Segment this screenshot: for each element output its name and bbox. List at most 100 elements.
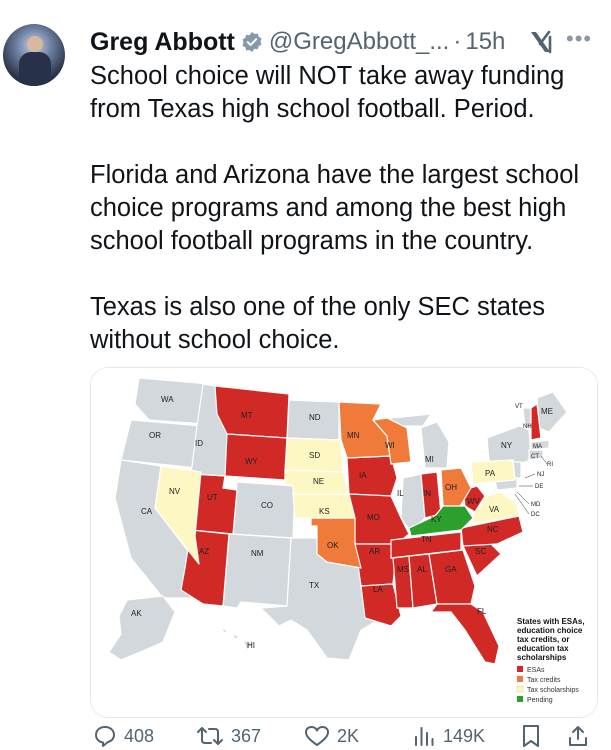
analytics-icon — [415, 727, 434, 746]
tweet-paragraph: Texas is also one of the only SEC states… — [90, 293, 545, 354]
label-GA: GA — [445, 565, 457, 574]
label-ME: ME — [541, 407, 553, 416]
label-OK: OK — [327, 541, 339, 550]
author-handle[interactable]: @GregAbbott_... — [269, 28, 449, 56]
label-DE: DE — [535, 484, 543, 490]
verified-badge-icon — [242, 32, 262, 52]
grok-icon[interactable] — [527, 28, 555, 56]
legend-title-line: scholarships — [517, 653, 567, 662]
tweet-text: School choice will NOT take away funding… — [90, 60, 600, 357]
label-AK: AK — [131, 609, 142, 618]
label-AL: AL — [417, 565, 427, 574]
label-SD: SD — [309, 451, 320, 460]
state-CO — [232, 481, 296, 539]
like-button[interactable]: 2K — [304, 722, 359, 750]
legend-label: Pending — [527, 697, 553, 704]
label-VT: VT — [515, 404, 523, 410]
label-WA: WA — [161, 395, 174, 404]
bookmark-icon[interactable] — [520, 724, 542, 748]
label-DC: DC — [531, 512, 540, 518]
label-MT: MT — [241, 411, 253, 420]
label-ID: ID — [195, 439, 203, 448]
tweet-action-bar: 408 367 2K 149K — [0, 722, 611, 750]
label-UT: UT — [207, 493, 218, 502]
heart-icon — [305, 726, 329, 746]
label-WI: WI — [385, 441, 395, 450]
legend-title-line: education choice — [517, 626, 583, 635]
reply-button[interactable]: 408 — [93, 722, 154, 750]
state-OR — [120, 419, 204, 469]
legend-title-line: tax credits, or — [517, 635, 569, 644]
avatar-figure-body — [19, 52, 51, 86]
like-count: 2K — [337, 725, 360, 746]
reply-icon — [95, 726, 115, 747]
legend-swatch-pending — [517, 696, 523, 702]
tweet-header: Greg Abbott @GregAbbott_... · 15h — [90, 22, 505, 62]
avatar-figure-head — [27, 36, 43, 52]
label-NV: NV — [169, 487, 181, 496]
label-MI: MI — [425, 455, 434, 464]
label-CA: CA — [141, 507, 153, 516]
views-count: 149K — [443, 725, 486, 746]
meta-separator: · — [453, 28, 462, 55]
label-NC: NC — [487, 525, 499, 534]
label-WY: WY — [245, 457, 259, 466]
label-NE: NE — [313, 477, 324, 486]
label-NH: NH — [523, 424, 532, 430]
avatar[interactable] — [3, 24, 65, 86]
label-PA: PA — [485, 469, 496, 478]
tweet-paragraph: School choice will NOT take away funding… — [90, 62, 565, 123]
tweet-paragraph: Florida and Arizona have the largest sch… — [90, 161, 580, 255]
label-MO: MO — [367, 513, 380, 522]
views-button[interactable]: 149K — [412, 722, 485, 750]
label-LA: LA — [373, 585, 383, 594]
label-CT: CT — [531, 454, 539, 460]
legend-swatch-tax-credit — [517, 676, 523, 682]
tweet-timestamp[interactable]: 15h — [465, 28, 505, 56]
label-NY: NY — [501, 441, 513, 450]
legend-title-line: education tax — [517, 644, 569, 653]
state-NM — [222, 533, 292, 609]
label-VA: VA — [489, 505, 500, 514]
share-icon[interactable] — [566, 724, 590, 748]
label-RI: RI — [547, 462, 553, 468]
label-MA: MA — [533, 444, 542, 450]
more-options-icon[interactable]: ••• — [566, 26, 592, 52]
label-TN: TN — [421, 535, 432, 544]
label-IA: IA — [359, 471, 367, 480]
repost-icon — [197, 727, 223, 745]
label-AZ: AZ — [199, 547, 209, 556]
legend-title-line: States with ESAs, — [517, 617, 585, 626]
label-ND: ND — [309, 413, 321, 422]
label-MN: MN — [347, 431, 360, 440]
repost-button[interactable]: 367 — [196, 722, 261, 750]
label-TX: TX — [309, 581, 320, 590]
label-CO: CO — [261, 501, 273, 510]
legend-label: Tax credits — [527, 677, 561, 684]
legend-swatch-tax-scholarship — [516, 685, 524, 693]
legend-label: ESAs — [527, 667, 545, 674]
label-FL: FL — [477, 607, 487, 616]
label-AR: AR — [369, 547, 380, 556]
label-WV: WV — [467, 497, 481, 506]
repost-count: 367 — [231, 725, 262, 746]
label-IL: IL — [397, 489, 404, 498]
legend-label: Tax scholarships — [527, 687, 579, 694]
tweet-media-card[interactable]: WA OR CA ID NV MT WY UT AZ CO NM ND SD N… — [90, 367, 598, 718]
label-OR: OR — [149, 431, 161, 440]
label-HI: HI — [247, 641, 255, 650]
legend-swatch-esa — [517, 666, 523, 672]
label-MS: MS — [397, 565, 409, 574]
label-KS: KS — [319, 507, 330, 516]
label-OH: OH — [445, 483, 457, 492]
label-NM: NM — [251, 549, 264, 558]
author-name[interactable]: Greg Abbott — [90, 28, 235, 57]
label-MD: MD — [531, 502, 541, 508]
label-KY: KY — [431, 515, 442, 524]
label-NJ: NJ — [537, 472, 544, 478]
state-IA — [346, 455, 398, 497]
label-SC: SC — [475, 547, 486, 556]
reply-count: 408 — [124, 725, 155, 746]
label-IN: IN — [423, 489, 431, 498]
school-choice-map: WA OR CA ID NV MT WY UT AZ CO NM ND SD N… — [91, 368, 597, 717]
